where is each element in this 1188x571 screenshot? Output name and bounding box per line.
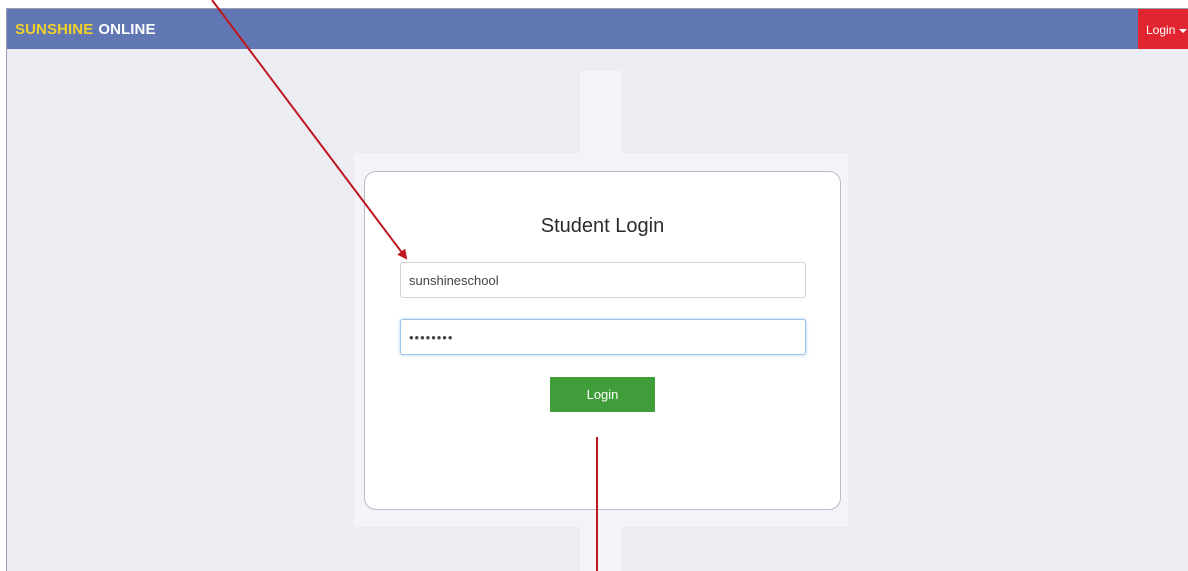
- brand-name-online: ONLINE: [98, 21, 156, 38]
- top-navbar: SUNSHINE ONLINE Login: [7, 9, 1188, 49]
- username-input[interactable]: [400, 262, 806, 298]
- login-button[interactable]: Login: [550, 377, 655, 412]
- login-title: Student Login: [540, 215, 665, 237]
- brand-name-sunshine: SUNSHINE: [15, 21, 94, 38]
- login-dropdown-toggle[interactable]: Login: [1138, 9, 1188, 49]
- browser-viewport: SUNSHINEONLINE Login Student Login Login: [6, 8, 1188, 571]
- caret-down-icon: [1179, 28, 1188, 33]
- password-input[interactable]: [400, 319, 806, 355]
- brand-logo[interactable]: SUNSHINE ONLINE: [15, 21, 156, 38]
- login-dropdown-label: Login: [1146, 23, 1176, 37]
- student-login-card: Student Login Login: [364, 171, 841, 510]
